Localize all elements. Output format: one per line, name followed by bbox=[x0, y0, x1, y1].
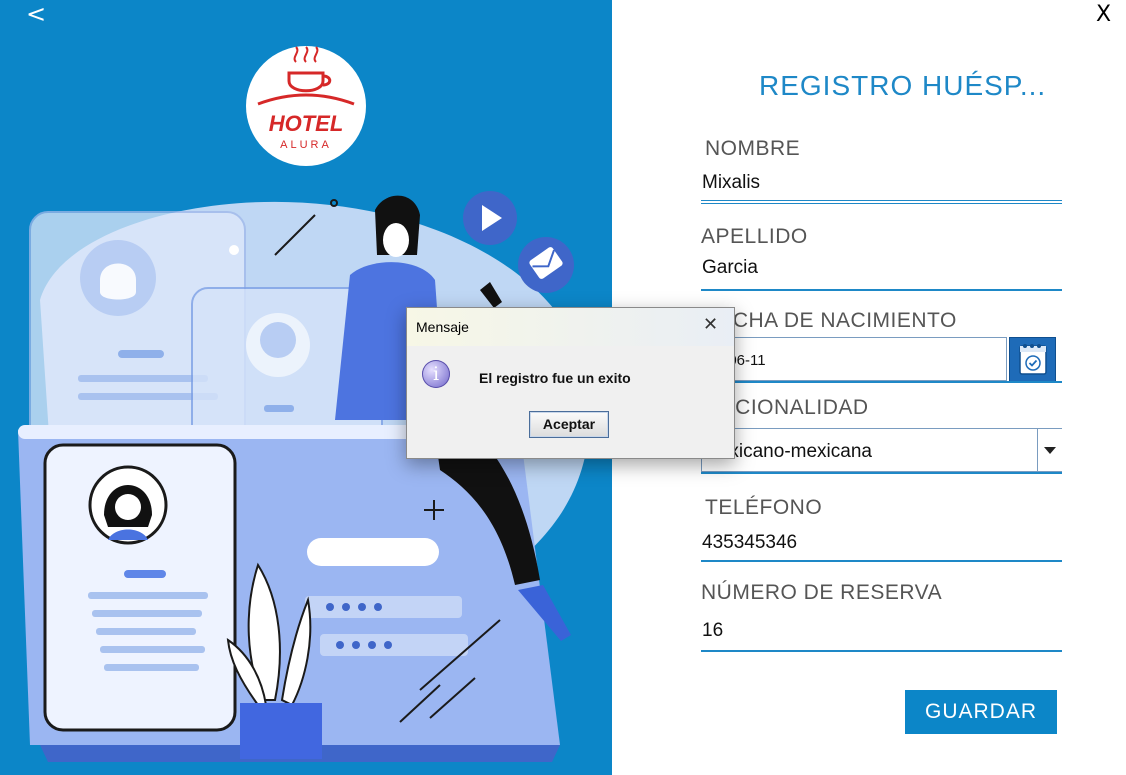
dialog-close-icon[interactable]: ✕ bbox=[703, 314, 718, 335]
fecha-label: FECHA DE NACIMIENTO bbox=[705, 309, 957, 332]
logo-text: HOTEL bbox=[269, 111, 344, 136]
guardar-button[interactable]: GUARDAR bbox=[905, 690, 1057, 734]
dialog-title: Mensaje bbox=[416, 319, 469, 335]
telefono-underline bbox=[701, 560, 1062, 562]
back-button[interactable]: < bbox=[26, 0, 46, 28]
calendar-button[interactable] bbox=[1009, 337, 1056, 383]
apellido-field[interactable]: Garcia bbox=[702, 257, 758, 279]
telefono-field[interactable]: 435345346 bbox=[702, 532, 797, 554]
reserva-field[interactable]: 16 bbox=[702, 620, 723, 642]
logo-subtext: ALURA bbox=[280, 139, 332, 151]
apellido-underline bbox=[701, 289, 1062, 291]
message-dialog: Mensaje ✕ i El registro fue un exito Ace… bbox=[406, 307, 735, 459]
nombre-underline bbox=[701, 200, 1062, 201]
close-window-button[interactable]: X bbox=[1096, 2, 1111, 27]
reserva-label: NÚMERO DE RESERVA bbox=[701, 581, 943, 604]
dialog-message: El registro fue un exito bbox=[479, 370, 631, 386]
nacionalidad-underline bbox=[701, 472, 1062, 474]
dialog-title-bar[interactable]: Mensaje ✕ bbox=[407, 308, 734, 346]
aceptar-button[interactable]: Aceptar bbox=[529, 411, 609, 438]
apellido-label: APELLIDO bbox=[701, 225, 808, 248]
telefono-label: TELÉFONO bbox=[705, 496, 823, 519]
reserva-underline bbox=[701, 650, 1062, 652]
chevron-down-icon[interactable] bbox=[1037, 429, 1062, 471]
info-icon: i bbox=[422, 360, 450, 388]
nombre-field[interactable]: Mixalis bbox=[702, 172, 760, 194]
calendar-icon bbox=[1019, 344, 1047, 375]
nombre-label: NOMBRE bbox=[705, 137, 801, 160]
page-title: REGISTRO HUÉSP... bbox=[759, 70, 1047, 101]
fecha-underline bbox=[701, 381, 1062, 383]
